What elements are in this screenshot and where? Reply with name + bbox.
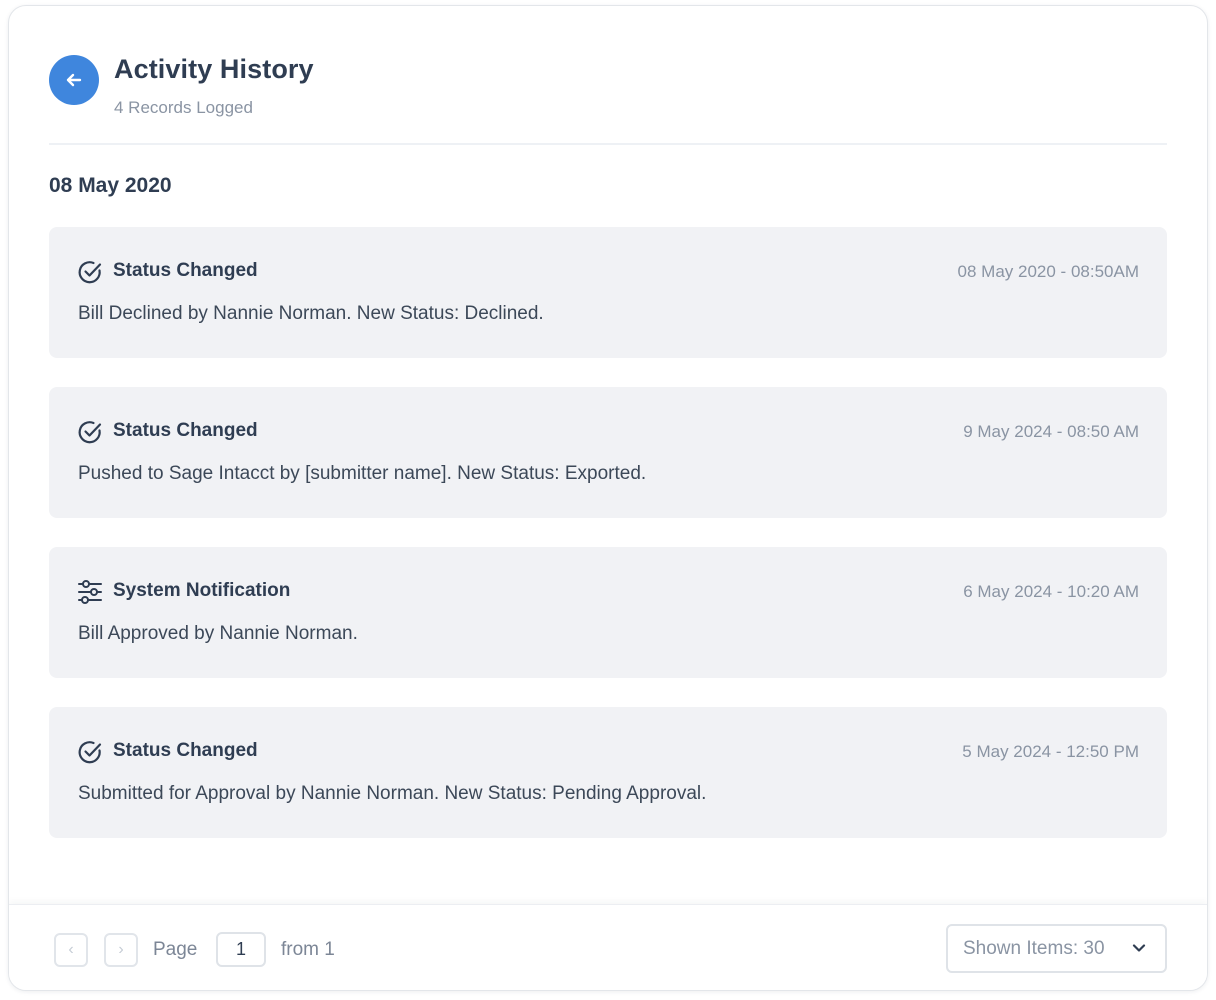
activity-history-panel: Activity History 4 Records Logged 08 May… [8, 5, 1208, 991]
page-label: Page [153, 939, 198, 960]
check-circle-icon [78, 261, 102, 284]
page-title: Activity History [114, 54, 314, 84]
activity-timestamp: 9 May 2024 - 08:50 AM [963, 422, 1139, 441]
activity-card: Status Changed 5 May 2024 - 12:50 PM Sub… [49, 707, 1167, 838]
activity-card: System Notification 6 May 2024 - 10:20 A… [49, 547, 1167, 678]
activity-description: Bill Declined by Nannie Norman. New Stat… [78, 303, 544, 324]
check-circle-icon [78, 421, 102, 444]
sliders-icon [78, 580, 102, 604]
activity-title: Status Changed [113, 740, 258, 761]
chevron-left-icon: ‹ [68, 941, 74, 958]
activity-list: Status Changed 08 May 2020 - 08:50AM Bil… [49, 227, 1167, 867]
activity-title: Status Changed [113, 260, 258, 281]
activity-title: System Notification [113, 580, 291, 601]
activity-card: Status Changed 9 May 2024 - 08:50 AM Pus… [49, 387, 1167, 518]
items-per-page-select[interactable]: Shown Items: 30 [946, 924, 1167, 973]
header: Activity History 4 Records Logged [49, 50, 1167, 145]
activity-title: Status Changed [113, 420, 258, 441]
activity-description: Submitted for Approval by Nannie Norman.… [78, 783, 707, 804]
items-per-page-value: Shown Items: 30 [963, 937, 1105, 959]
activity-description: Bill Approved by Nannie Norman. [78, 623, 358, 644]
activity-card: Status Changed 08 May 2020 - 08:50AM Bil… [49, 227, 1167, 358]
check-circle-icon [78, 741, 102, 764]
pagination-bar: ‹ › Page from 1 Shown Items: 30 [9, 904, 1207, 990]
back-button[interactable] [49, 55, 99, 105]
arrow-left-icon [66, 73, 82, 87]
activity-timestamp: 08 May 2020 - 08:50AM [957, 262, 1139, 281]
activity-timestamp: 6 May 2024 - 10:20 AM [963, 582, 1139, 601]
date-group-heading: 08 May 2020 [49, 174, 172, 197]
activity-description: Pushed to Sage Intacct by [submitter nam… [78, 463, 647, 484]
prev-page-button[interactable]: ‹ [54, 933, 88, 967]
records-count: 4 Records Logged [114, 98, 253, 117]
activity-timestamp: 5 May 2024 - 12:50 PM [962, 742, 1139, 761]
chevron-right-icon: › [118, 941, 124, 958]
header-divider [49, 143, 1167, 145]
page-total-label: from 1 [281, 939, 335, 960]
chevron-down-icon [1132, 944, 1146, 952]
next-page-button[interactable]: › [104, 933, 138, 967]
page-number-input[interactable] [216, 932, 266, 967]
